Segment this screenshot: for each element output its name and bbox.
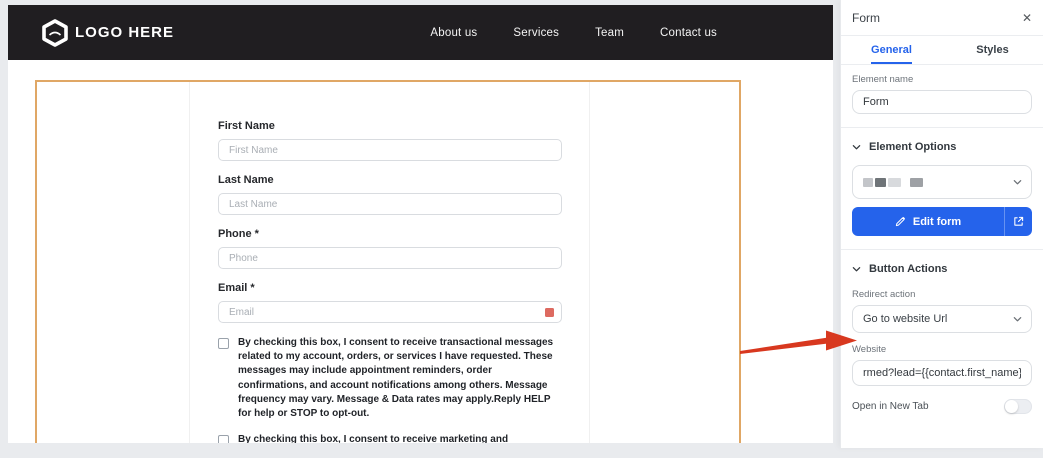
field-label-phone: Phone * xyxy=(218,228,259,240)
form-select-dropdown[interactable] xyxy=(852,165,1032,199)
consent-row-transactional: By checking this box, I consent to recei… xyxy=(218,336,562,421)
last-name-input[interactable] xyxy=(218,193,562,215)
hexagon-logo-icon xyxy=(42,18,68,47)
panel-title: Form xyxy=(852,11,880,25)
website-label: Website xyxy=(852,344,887,355)
logo-text: LOGO HERE xyxy=(75,24,175,41)
consent-row-marketing: By checking this box, I consent to recei… xyxy=(218,433,562,443)
nav-item-team[interactable]: Team xyxy=(595,27,624,39)
marketing-consent-checkbox[interactable] xyxy=(218,435,229,443)
external-link-icon xyxy=(1014,216,1024,226)
button-actions-section-header[interactable]: Button Actions xyxy=(852,263,1032,275)
form-widget[interactable]: First Name Last Name Phone * Email * xyxy=(189,82,590,443)
website-url-input[interactable] xyxy=(852,360,1032,386)
form-settings-panel: Form ✕ General Styles Element name Eleme… xyxy=(840,0,1043,448)
divider xyxy=(841,127,1043,128)
first-name-input[interactable] xyxy=(218,139,562,161)
required-marker-icon xyxy=(545,308,554,317)
chevron-down-icon xyxy=(852,144,861,149)
selected-section-outline[interactable]: First Name Last Name Phone * Email * xyxy=(35,80,741,443)
open-in-new-tab-toggle[interactable] xyxy=(1004,399,1032,414)
site-header: LOGO HERE About us Services Team Contact… xyxy=(8,5,833,60)
edit-form-button[interactable]: Edit form xyxy=(852,207,1032,236)
open-form-external-button[interactable] xyxy=(1004,207,1032,236)
tab-styles[interactable]: Styles xyxy=(942,36,1043,64)
redirect-action-select[interactable]: Go to website Url xyxy=(852,305,1032,333)
redirect-action-label: Redirect action xyxy=(852,289,916,300)
nav-item-contact-us[interactable]: Contact us xyxy=(660,27,717,39)
chevron-down-icon xyxy=(1013,180,1022,185)
field-label-email: Email * xyxy=(218,282,255,294)
open-in-new-tab-label: Open in New Tab xyxy=(852,401,929,412)
redacted-form-name xyxy=(863,177,923,187)
close-icon[interactable]: ✕ xyxy=(1022,12,1032,24)
divider xyxy=(841,249,1043,250)
email-input[interactable] xyxy=(218,301,562,323)
transactional-consent-checkbox[interactable] xyxy=(218,338,229,349)
site-logo[interactable]: LOGO HERE xyxy=(42,18,175,47)
element-name-label: Element name xyxy=(852,74,914,85)
element-name-input[interactable] xyxy=(852,90,1032,114)
field-label-first-name: First Name xyxy=(218,120,275,132)
page-preview: LOGO HERE About us Services Team Contact… xyxy=(8,5,833,443)
tab-general[interactable]: General xyxy=(841,36,942,64)
phone-input[interactable] xyxy=(218,247,562,269)
site-nav: About us Services Team Contact us xyxy=(430,27,717,39)
chevron-down-icon xyxy=(852,266,861,271)
element-options-section-header[interactable]: Element Options xyxy=(852,141,1032,153)
nav-item-about-us[interactable]: About us xyxy=(430,27,477,39)
panel-tabs: General Styles xyxy=(841,36,1043,65)
transactional-consent-text: By checking this box, I consent to recei… xyxy=(238,337,554,419)
nav-item-services[interactable]: Services xyxy=(513,27,559,39)
pencil-icon xyxy=(895,216,905,227)
field-label-last-name: Last Name xyxy=(218,174,274,186)
marketing-consent-text: By checking this box, I consent to recei… xyxy=(238,434,509,443)
chevron-down-icon xyxy=(1013,317,1022,322)
